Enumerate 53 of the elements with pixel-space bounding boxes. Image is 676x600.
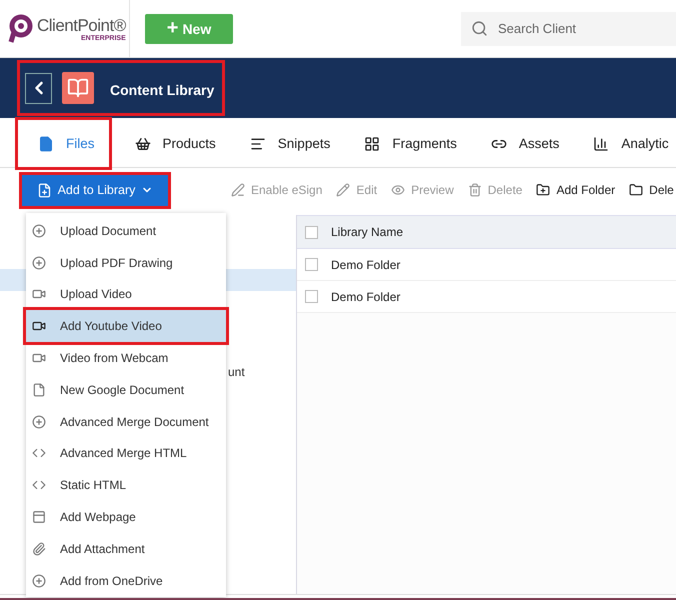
eye-icon bbox=[391, 183, 406, 197]
tab[interactable]: Products bbox=[114, 120, 230, 167]
menu-item[interactable]: Advanced Merge HTML bbox=[26, 438, 226, 470]
folder-plus-icon bbox=[536, 183, 550, 197]
plus-circle-icon bbox=[32, 256, 46, 270]
chart-icon bbox=[593, 136, 610, 152]
plus-circle-icon bbox=[32, 414, 46, 429]
file-plus-icon bbox=[36, 182, 52, 198]
menu-item[interactable]: Add Attachment bbox=[26, 532, 226, 565]
table-cell: Demo Folder bbox=[331, 258, 400, 272]
tab[interactable]: Fragments bbox=[344, 120, 471, 167]
menu-item[interactable]: Add Youtube Video bbox=[26, 310, 226, 342]
tab[interactable]: Assets bbox=[470, 120, 574, 167]
plus-circle-icon bbox=[32, 574, 46, 588]
lines-icon bbox=[250, 136, 266, 152]
menu-item[interactable]: Add Webpage bbox=[26, 501, 226, 533]
search-icon bbox=[471, 20, 488, 36]
checkbox[interactable] bbox=[305, 290, 318, 303]
toolbar-action[interactable]: Dele bbox=[622, 183, 676, 197]
tab[interactable]: Analytic bbox=[573, 120, 676, 167]
paperclip-icon bbox=[32, 542, 46, 556]
basket-icon bbox=[134, 136, 151, 152]
tab[interactable]: Snippets bbox=[230, 120, 344, 167]
document-icon bbox=[32, 382, 46, 397]
menu-item[interactable]: Video from Webcam bbox=[26, 342, 226, 374]
plus-circle-icon bbox=[32, 224, 46, 238]
window-icon bbox=[32, 510, 46, 524]
column-header: Library Name bbox=[331, 225, 404, 239]
add-to-library-button[interactable]: Add to Library bbox=[22, 174, 168, 206]
page-title: Content Library bbox=[110, 82, 214, 98]
book-icon bbox=[67, 77, 89, 99]
pencil-icon bbox=[336, 183, 350, 197]
pen-icon bbox=[231, 183, 245, 197]
checkbox[interactable] bbox=[305, 226, 318, 238]
menu-item[interactable]: Upload PDF Drawing bbox=[26, 246, 226, 279]
menu-item[interactable]: Add from OneDrive bbox=[26, 564, 226, 597]
menu-item[interactable]: Advanced Merge Document bbox=[26, 406, 226, 438]
toolbar-action[interactable]: Add Folder bbox=[529, 183, 622, 197]
menu-item[interactable]: Upload Document bbox=[26, 215, 226, 247]
sidebar-text: unt bbox=[228, 365, 245, 379]
checkbox[interactable] bbox=[305, 258, 318, 271]
grid-icon bbox=[364, 136, 380, 152]
menu-item[interactable]: New Google Document bbox=[26, 374, 226, 406]
file-icon bbox=[38, 136, 54, 152]
menu-item[interactable]: Static HTML bbox=[26, 469, 226, 502]
trash-icon bbox=[468, 183, 482, 197]
table-cell: Demo Folder bbox=[331, 290, 400, 304]
search-field[interactable]: Search Client bbox=[461, 12, 676, 46]
logo-name: ClientPoint® bbox=[37, 16, 126, 35]
back-button[interactable] bbox=[25, 72, 52, 104]
logo-icon bbox=[8, 14, 34, 44]
folder-icon bbox=[629, 183, 644, 197]
tab[interactable]: Files bbox=[18, 120, 109, 167]
